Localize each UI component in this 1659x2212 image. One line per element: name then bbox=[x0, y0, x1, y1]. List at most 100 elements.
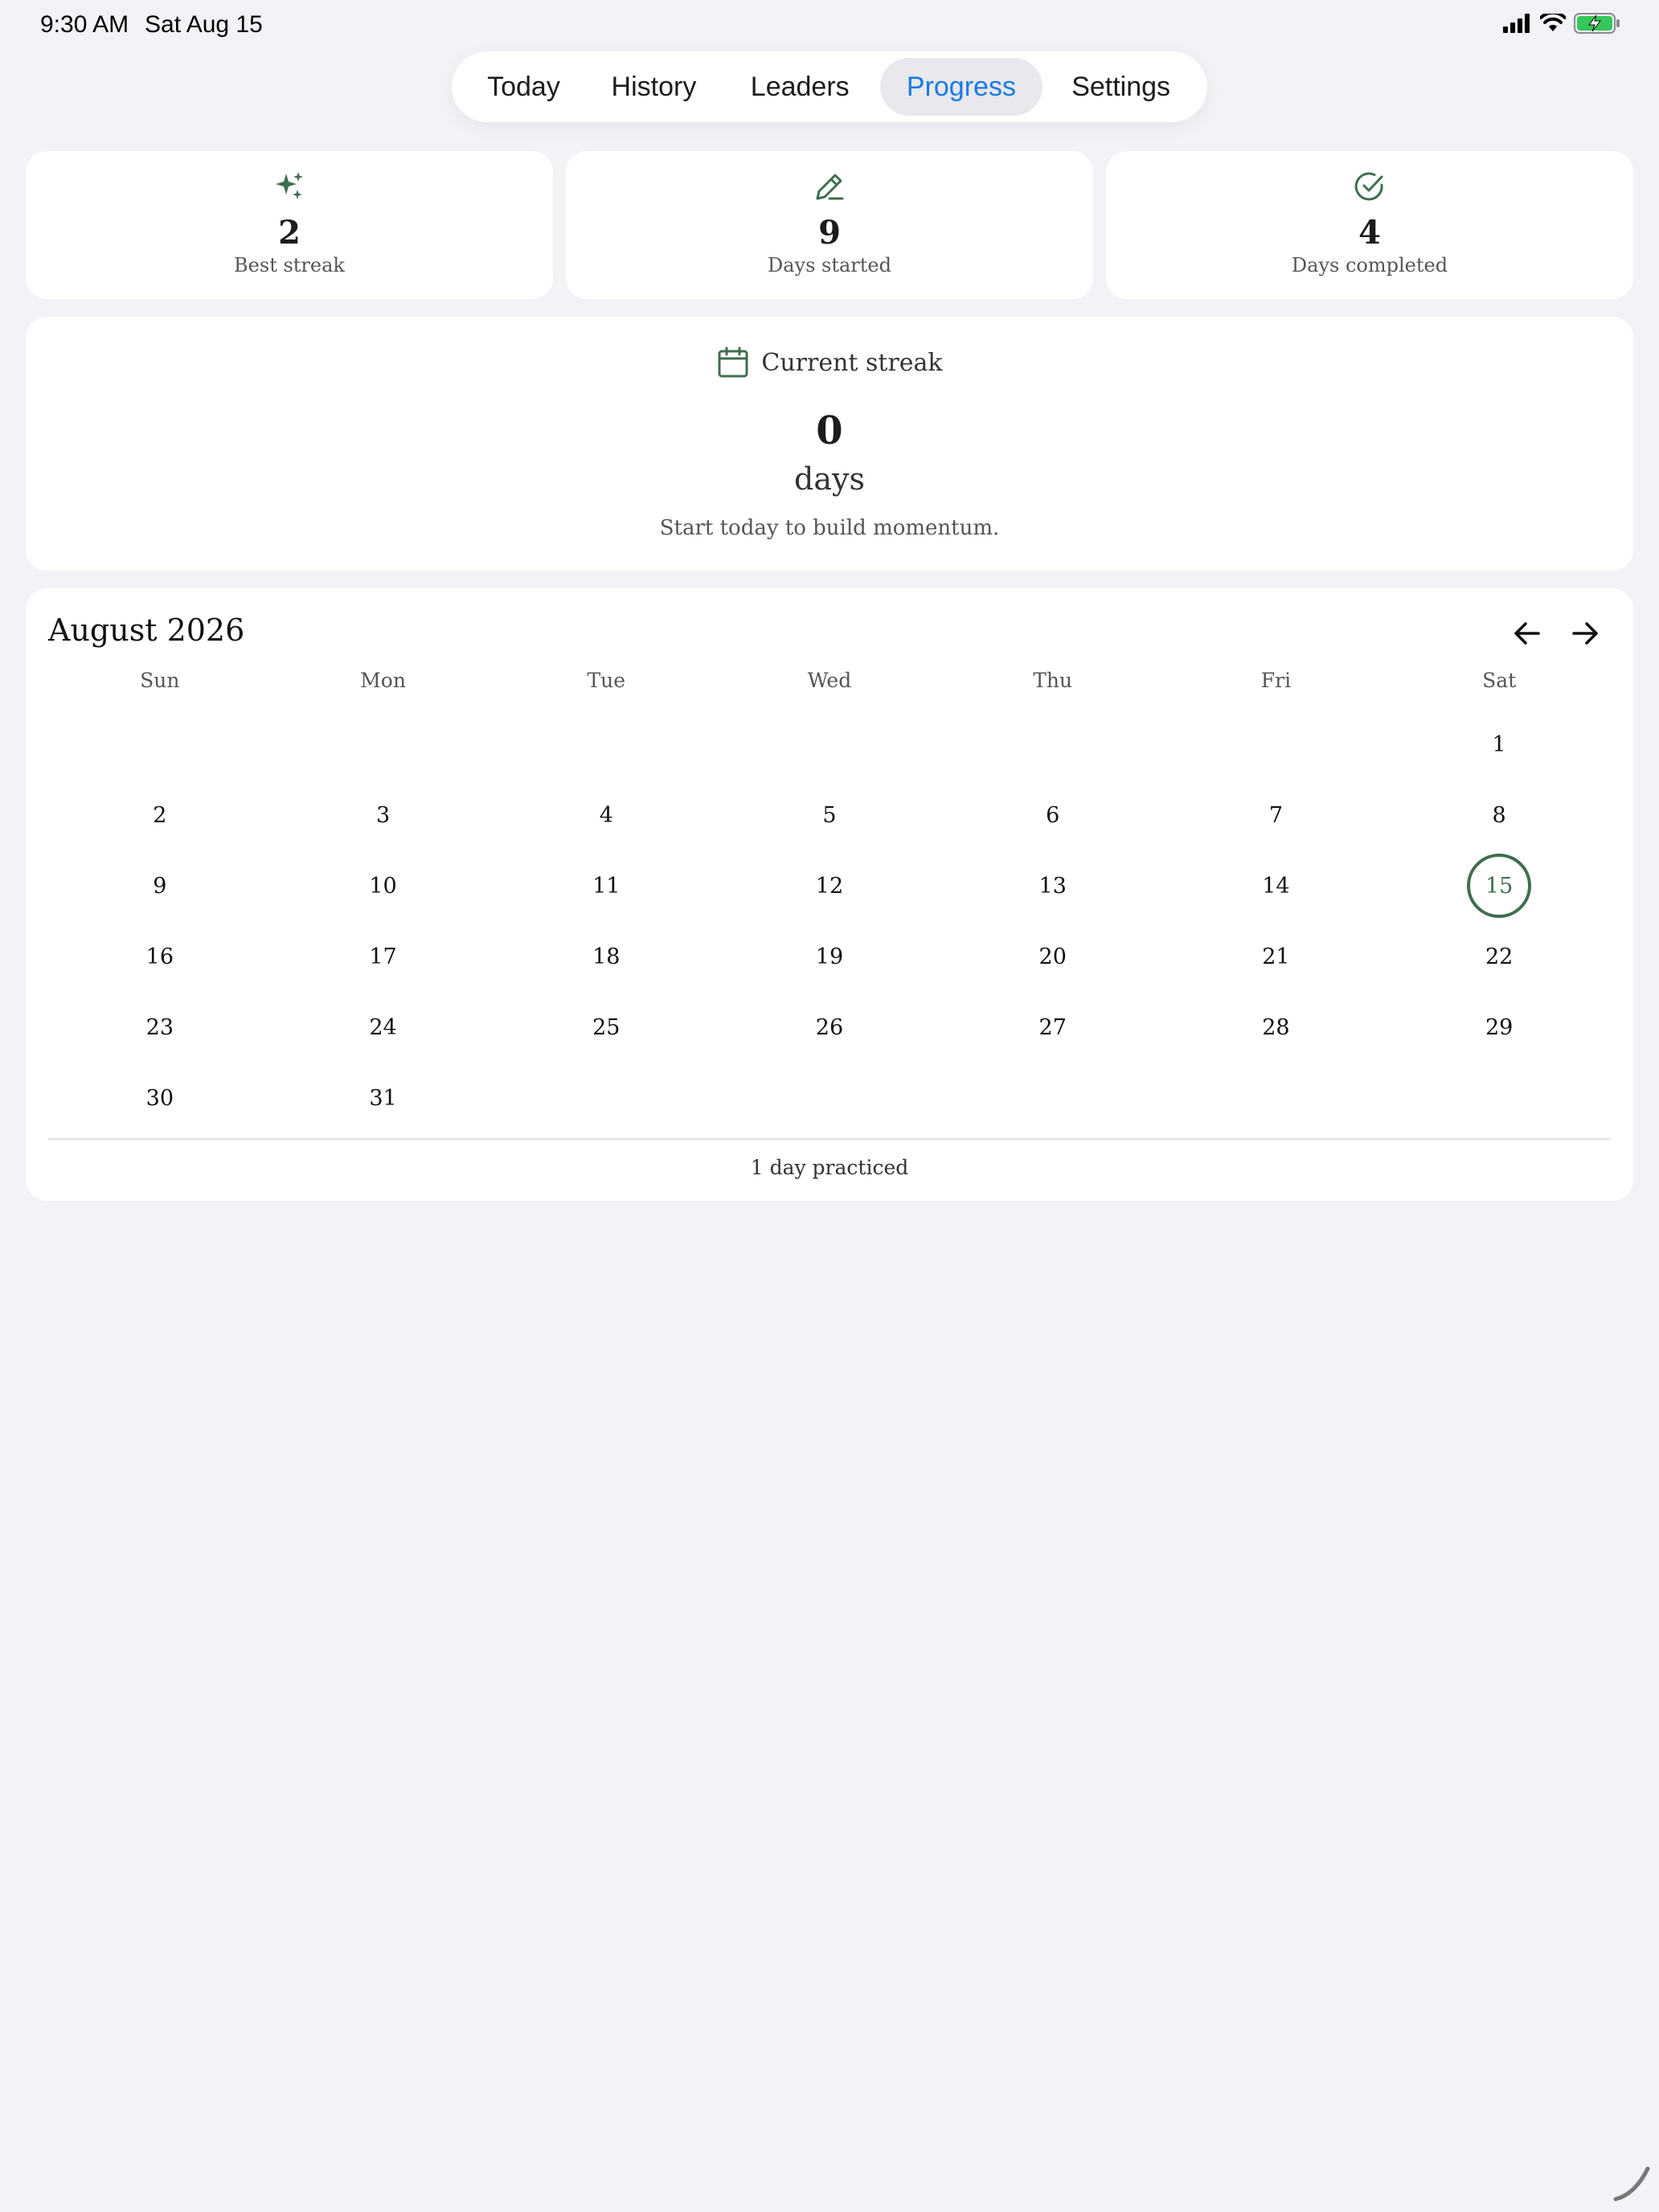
calendar-day[interactable]: 8 bbox=[1387, 780, 1611, 850]
weekday-label: Fri bbox=[1260, 669, 1292, 692]
current-streak-card: Current streak 0 days Start today to bui… bbox=[26, 317, 1633, 571]
calendar-blank-cell bbox=[494, 709, 718, 780]
calendar-day[interactable]: 19 bbox=[718, 921, 941, 992]
calendar-day-number: 16 bbox=[145, 944, 174, 969]
calendar-day[interactable]: 10 bbox=[272, 850, 495, 921]
stat-card-best-streak: 2 Best streak bbox=[26, 151, 553, 299]
status-time: 9:30 AM bbox=[40, 11, 129, 38]
calendar-day-number: 25 bbox=[592, 1014, 621, 1040]
weekday-label: Wed bbox=[807, 669, 852, 692]
weekday-header-row: Sun Mon Tue Wed Thu Fri Sat bbox=[48, 669, 1611, 692]
calendar-day-number: 4 bbox=[599, 802, 613, 828]
calendar-blank-cell bbox=[941, 709, 1165, 780]
calendar-day-number: 5 bbox=[822, 802, 837, 828]
status-icons bbox=[1503, 13, 1620, 34]
stat-value: 9 bbox=[818, 214, 841, 252]
calendar-card: August 2026 Sun Mon Tue Wed Thu Fri Sat 123456… bbox=[26, 588, 1633, 1201]
status-date: Sat Aug 15 bbox=[145, 11, 263, 38]
next-month-button[interactable] bbox=[1563, 611, 1608, 656]
calendar-blank-cell bbox=[272, 709, 495, 780]
stat-card-days-completed: 4 Days completed bbox=[1106, 151, 1633, 299]
calendar-day[interactable]: 30 bbox=[48, 1063, 272, 1133]
calendar-day-number: 21 bbox=[1262, 944, 1290, 969]
stat-label: Best streak bbox=[234, 254, 345, 276]
tab-leaders[interactable]: Leaders bbox=[720, 58, 880, 116]
calendar-day-number: 15 bbox=[1467, 854, 1532, 918]
arrow-left-icon bbox=[1514, 622, 1540, 645]
tab-bar: Today History Leaders Progress Settings bbox=[452, 51, 1207, 122]
calendar-day[interactable]: 16 bbox=[48, 921, 272, 992]
current-streak-value: 0 bbox=[816, 408, 843, 453]
calendar-day-number: 24 bbox=[369, 1014, 397, 1040]
calendar-day-number: 12 bbox=[815, 873, 844, 899]
calendar-day[interactable]: 14 bbox=[1165, 850, 1388, 921]
calendar-day[interactable]: 18 bbox=[494, 921, 718, 992]
stat-value: 2 bbox=[278, 214, 301, 252]
calendar-day-number: 7 bbox=[1268, 802, 1284, 828]
calendar-day-number: 22 bbox=[1485, 944, 1514, 969]
calendar-day-number: 8 bbox=[1492, 802, 1506, 828]
stat-value: 4 bbox=[1358, 214, 1381, 252]
calendar-day[interactable]: 25 bbox=[494, 992, 718, 1063]
calendar-day[interactable]: 1 bbox=[1387, 709, 1611, 780]
calendar-day[interactable]: 17 bbox=[272, 921, 495, 992]
calendar-day[interactable]: 21 bbox=[1165, 921, 1388, 992]
calendar-day[interactable]: 28 bbox=[1165, 992, 1388, 1063]
calendar-day-number: 31 bbox=[369, 1085, 397, 1111]
calendar-day-today[interactable]: 15 bbox=[1387, 850, 1611, 921]
calendar-day[interactable]: 5 bbox=[718, 780, 941, 850]
calendar-month-title: August 2026 bbox=[48, 612, 245, 648]
sparkles-icon bbox=[276, 172, 303, 199]
previous-month-button[interactable] bbox=[1505, 611, 1550, 656]
calendar-divider bbox=[48, 1138, 1611, 1140]
calendar-day-number: 9 bbox=[153, 873, 167, 899]
calendar-blank-cell bbox=[718, 709, 941, 780]
calendar-day[interactable]: 4 bbox=[494, 780, 718, 850]
tab-history[interactable]: History bbox=[588, 58, 720, 116]
calendar-day-number: 10 bbox=[369, 873, 397, 899]
tab-today[interactable]: Today bbox=[460, 58, 588, 116]
calendar-day[interactable]: 22 bbox=[1387, 921, 1611, 992]
calendar-day[interactable]: 27 bbox=[941, 992, 1165, 1063]
calendar-day-number: 2 bbox=[153, 802, 167, 828]
calendar-day-grid: 1 2 3 4 5 6 7 8 9 10 11 12 13 14 15 16 17 18 19 20 21 22 23 24 2… bbox=[48, 709, 1611, 1133]
calendar-day[interactable]: 7 bbox=[1165, 780, 1388, 850]
cellular-signal-icon bbox=[1503, 14, 1530, 33]
weekday-label: Thu bbox=[1033, 669, 1073, 692]
calendar-day[interactable]: 11 bbox=[494, 850, 718, 921]
stat-label: Days completed bbox=[1291, 254, 1448, 276]
stat-card-days-started: 9 Days started bbox=[566, 151, 1093, 299]
current-streak-message: Start today to build momentum. bbox=[659, 516, 1000, 540]
calendar-blank-cell bbox=[1165, 709, 1388, 780]
calendar-day[interactable]: 6 bbox=[941, 780, 1165, 850]
calendar-day[interactable]: 24 bbox=[272, 992, 495, 1063]
calendar-day-number: 11 bbox=[592, 873, 621, 899]
calendar-day[interactable]: 31 bbox=[272, 1063, 495, 1133]
weekday-label: Mon bbox=[360, 669, 406, 692]
calendar-day-number: 14 bbox=[1262, 873, 1290, 899]
scroll-indicator-icon bbox=[1613, 2166, 1650, 2202]
calendar-day[interactable]: 9 bbox=[48, 850, 272, 921]
wifi-icon bbox=[1540, 14, 1566, 31]
calendar-day-number: 28 bbox=[1262, 1014, 1290, 1040]
calendar-day-number: 20 bbox=[1038, 944, 1067, 969]
calendar-day[interactable]: 20 bbox=[941, 921, 1165, 992]
weekday-label: Sat bbox=[1482, 669, 1517, 692]
calendar-day[interactable]: 3 bbox=[272, 780, 495, 850]
calendar-day[interactable]: 12 bbox=[718, 850, 941, 921]
current-streak-unit: days bbox=[794, 461, 865, 497]
calendar-day[interactable]: 13 bbox=[941, 850, 1165, 921]
calendar-summary: 1 day practiced bbox=[750, 1156, 909, 1179]
tab-progress[interactable]: Progress bbox=[879, 58, 1043, 116]
calendar-day-number: 18 bbox=[592, 944, 621, 969]
calendar-day-number: 26 bbox=[815, 1014, 844, 1040]
calendar-day[interactable]: 29 bbox=[1387, 992, 1611, 1063]
calendar-day[interactable]: 26 bbox=[718, 992, 941, 1063]
battery-charging-icon bbox=[1574, 13, 1620, 34]
tab-settings[interactable]: Settings bbox=[1043, 58, 1199, 116]
calendar-day-number: 19 bbox=[815, 944, 844, 969]
calendar-day[interactable]: 2 bbox=[48, 780, 272, 850]
calendar-day[interactable]: 23 bbox=[48, 992, 272, 1063]
calendar-day-number: 29 bbox=[1485, 1014, 1514, 1040]
calendar-day-number: 27 bbox=[1038, 1014, 1067, 1040]
